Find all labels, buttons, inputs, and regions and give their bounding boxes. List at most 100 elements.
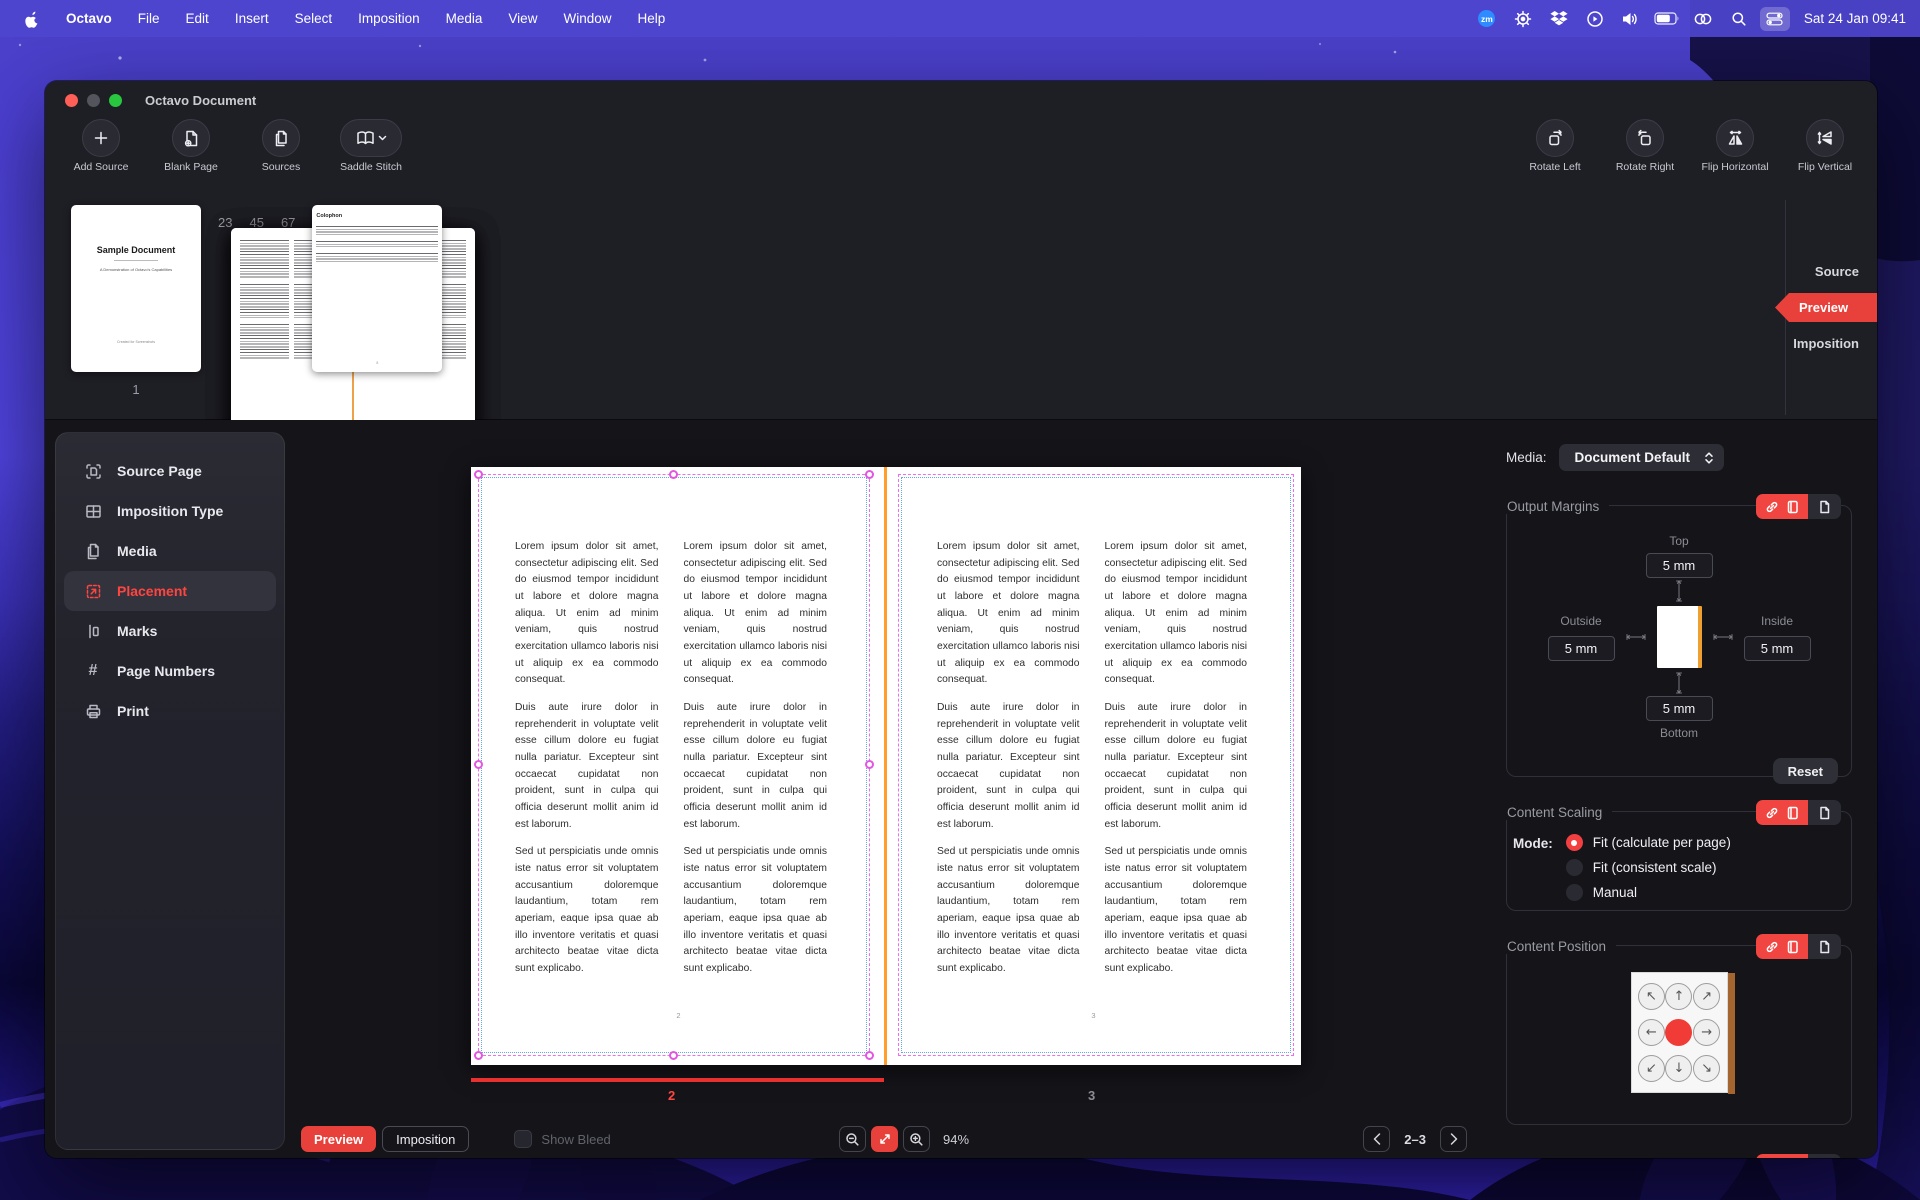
zoom-out-button[interactable]	[839, 1126, 866, 1152]
apple-menu[interactable]	[14, 0, 51, 37]
radio[interactable]	[1565, 859, 1583, 876]
scaling-option-fit-per-page[interactable]: Fit (calculate per page)	[1565, 834, 1731, 851]
menu-imposition[interactable]: Imposition	[347, 0, 431, 37]
selection-handle-nw[interactable]	[474, 470, 483, 479]
position-top-right-button[interactable]: ↗	[1693, 983, 1721, 1011]
position-bottom-left-button[interactable]: ↙	[1637, 1054, 1665, 1082]
menu-select[interactable]: Select	[284, 0, 344, 37]
thumbnail-page-8[interactable]: Colophon 8	[312, 205, 443, 372]
selection-handle-e[interactable]	[865, 760, 874, 769]
position-center-button[interactable]	[1665, 1018, 1693, 1046]
sidebar-item-marks[interactable]: Marks	[56, 611, 284, 651]
position-right-button[interactable]: →	[1693, 1018, 1721, 1046]
media-dropdown[interactable]: Document Default	[1558, 444, 1725, 471]
tab-preview[interactable]: Preview	[1775, 293, 1877, 322]
previous-spread-button[interactable]	[1363, 1126, 1391, 1152]
scope-page-button[interactable]	[1808, 800, 1841, 825]
selection-handle-sw[interactable]	[474, 1051, 483, 1060]
scope-linked-book-button[interactable]	[1756, 800, 1808, 825]
margin-outside-input[interactable]: 5 mm	[1547, 635, 1615, 661]
tab-imposition[interactable]: Imposition	[1793, 330, 1877, 357]
canvas-bottom-bar: Preview Imposition Show Bleed 94% 2–3	[285, 1124, 1485, 1154]
scope-linked-book-button[interactable]	[1756, 934, 1808, 959]
app-menu[interactable]: Octavo	[55, 0, 123, 37]
selection-handle-se[interactable]	[865, 1051, 874, 1060]
rotate-right-button[interactable]: Rotate Right	[1609, 119, 1681, 181]
radio[interactable]	[1565, 884, 1583, 901]
scope-page-button[interactable]	[1808, 494, 1841, 519]
close-button[interactable]	[65, 93, 78, 107]
menu-edit[interactable]: Edit	[175, 0, 220, 37]
sources-button[interactable]: Sources	[245, 119, 317, 181]
position-top-button[interactable]: ↑	[1665, 983, 1693, 1011]
preview-canvas[interactable]: Lorem ipsum dolor sit amet, consectetur …	[285, 420, 1485, 1158]
margin-inside-input[interactable]: 5 mm	[1743, 635, 1811, 661]
next-spread-button[interactable]	[1440, 1126, 1467, 1152]
blank-page-button[interactable]: Blank Page	[155, 119, 227, 181]
zoom-app-status-icon[interactable]: zm	[1472, 7, 1502, 31]
zoom-button[interactable]	[109, 93, 122, 107]
source-page-icon	[84, 462, 102, 480]
rotate-left-button[interactable]: Rotate Left	[1519, 119, 1591, 181]
thumbnail-page-1[interactable]: Sample Document A Demonstration of Octav…	[71, 205, 201, 372]
saddle-stitch-button[interactable]: Saddle Stitch	[335, 119, 407, 181]
sidebar-item-imposition-type[interactable]: Imposition Type	[56, 491, 284, 531]
sidebar-item-page-numbers[interactable]: # Page Numbers	[56, 651, 284, 691]
selection-left-page[interactable]	[478, 474, 870, 1056]
selection-handle-ne[interactable]	[865, 470, 874, 479]
menu-file[interactable]: File	[127, 0, 171, 37]
scope-page-button[interactable]	[1808, 1154, 1841, 1158]
sidebar-item-placement[interactable]: Placement	[64, 571, 276, 611]
scope-page-button[interactable]	[1808, 934, 1841, 959]
position-left-button[interactable]: ←	[1637, 1018, 1665, 1046]
show-bleed-checkbox[interactable]	[514, 1130, 533, 1148]
selection-handle-s[interactable]	[669, 1051, 678, 1060]
selection-handle-w[interactable]	[474, 760, 483, 769]
menu-media[interactable]: Media	[435, 0, 494, 37]
flip-horizontal-button[interactable]: Flip Horizontal	[1699, 119, 1771, 181]
margin-top-input[interactable]: 5 mm	[1645, 553, 1713, 578]
preview-mode-button[interactable]: Preview	[301, 1126, 377, 1152]
selection-handle-n[interactable]	[669, 470, 678, 479]
scope-linked-book-button[interactable]	[1756, 494, 1808, 519]
mode-label: Mode:	[1513, 836, 1553, 851]
position-bottom-button[interactable]: ↓	[1665, 1054, 1693, 1082]
scope-linked-book-button[interactable]	[1756, 1154, 1808, 1158]
dropbox-status-icon[interactable]	[1544, 7, 1574, 31]
zoom-in-icon	[910, 1132, 923, 1146]
position-top-left-button[interactable]: ↖	[1637, 983, 1665, 1011]
add-source-button[interactable]: Add Source	[65, 119, 137, 181]
scaling-option-fit-consistent[interactable]: Fit (consistent scale)	[1565, 859, 1731, 876]
sidebar-item-media[interactable]: Media	[56, 531, 284, 571]
margin-bottom-input[interactable]: 5 mm	[1645, 696, 1713, 721]
position-bottom-right-button[interactable]: ↘	[1693, 1054, 1721, 1082]
content-position-pad: ↖ ↑ ↗ ← → ↙ ↓ ↘	[1630, 972, 1735, 1094]
menu-clock[interactable]: Sat 24 Jan 09:41	[1804, 11, 1906, 26]
menu-view[interactable]: View	[497, 0, 548, 37]
menu-window[interactable]: Window	[552, 0, 622, 37]
reset-margins-button[interactable]: Reset	[1772, 758, 1838, 784]
menu-help[interactable]: Help	[626, 0, 676, 37]
sidebar-item-print[interactable]: Print	[56, 691, 284, 731]
spotlight-icon[interactable]	[1724, 7, 1754, 31]
selection-right-page[interactable]	[898, 474, 1294, 1056]
imposition-mode-button[interactable]: Imposition	[382, 1126, 470, 1152]
flip-vertical-button[interactable]: Flip Vertical	[1789, 119, 1861, 181]
helm-status-icon[interactable]	[1508, 7, 1538, 31]
thumb-label-2: 2	[218, 215, 226, 230]
radio-selected[interactable]	[1565, 834, 1583, 851]
link-icon	[1766, 807, 1778, 818]
volume-status-icon[interactable]	[1616, 7, 1646, 31]
control-center-icon[interactable]	[1759, 6, 1790, 31]
sidebar-item-source-page[interactable]: Source Page	[56, 451, 284, 491]
zoom-in-button[interactable]	[903, 1126, 930, 1152]
minimize-button[interactable]	[87, 93, 100, 107]
tab-source[interactable]: Source	[1815, 258, 1877, 285]
scaling-option-manual[interactable]: Manual	[1565, 884, 1731, 901]
battery-status-icon[interactable]	[1652, 7, 1682, 31]
chevron-right-icon	[1450, 1133, 1457, 1145]
menu-insert[interactable]: Insert	[224, 0, 280, 37]
zoom-fit-button[interactable]	[871, 1126, 898, 1152]
continuity-status-icon[interactable]	[1688, 7, 1718, 31]
playback-status-icon[interactable]	[1580, 7, 1610, 31]
